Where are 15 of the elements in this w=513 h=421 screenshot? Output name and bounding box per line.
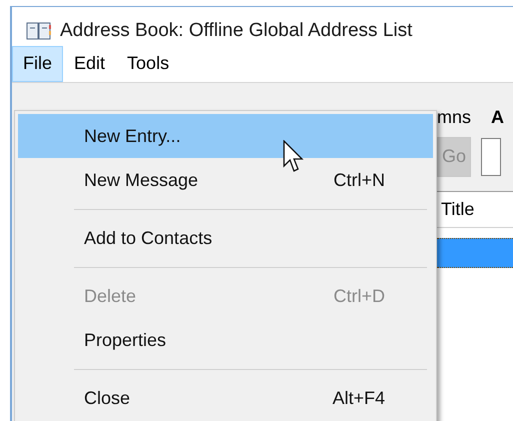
menu-item[interactable]: New Message Ctrl+N: [18, 158, 433, 202]
mouse-pointer-icon: [283, 140, 305, 174]
menu-item[interactable]: Add to Contacts: [18, 216, 433, 260]
menu-bar-item[interactable]: Tools: [116, 46, 180, 82]
menu-item[interactable]: Close Alt+F4: [18, 376, 433, 420]
address-book-icon: [26, 21, 52, 42]
menu-bar-item[interactable]: Edit: [63, 46, 116, 82]
option-label: mns: [437, 106, 472, 129]
search-field[interactable]: [481, 138, 501, 176]
menu-bar-item[interactable]: File: [12, 46, 64, 82]
menu-item[interactable]: Properties: [18, 318, 433, 362]
search-label: A: [491, 106, 504, 129]
window-title: Address Book: Offline Global Address List: [60, 19, 412, 43]
column-header[interactable]: Title: [437, 196, 474, 222]
list-row[interactable]: [437, 238, 513, 268]
